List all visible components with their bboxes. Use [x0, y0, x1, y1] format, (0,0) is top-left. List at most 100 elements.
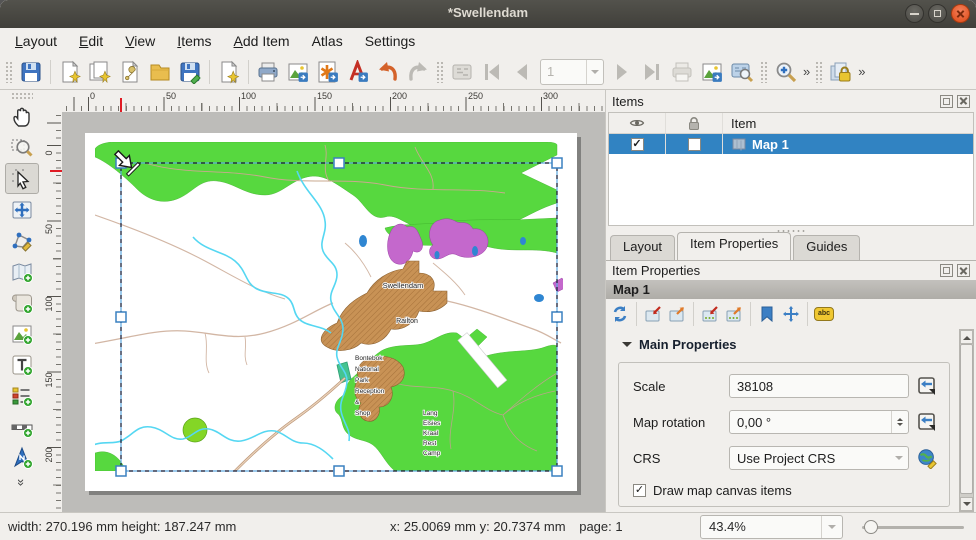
menu-layout[interactable]: Layout [4, 30, 68, 52]
selection-handle-sw[interactable] [116, 466, 126, 476]
combo-arrow-icon[interactable] [821, 516, 842, 538]
add-map-tool[interactable] [5, 256, 39, 287]
map-item[interactable]: Swellendam Railton Bontebok National Par… [85, 133, 577, 491]
redo-button[interactable] [403, 57, 433, 87]
toolbar-handle[interactable] [760, 61, 768, 83]
layout-canvas[interactable]: Swellendam Railton Bontebok National Par… [62, 112, 605, 512]
selection-handle-ne[interactable] [552, 158, 562, 168]
add-scalebar-tool[interactable] [5, 411, 39, 442]
zoom-to-scale-icon[interactable] [722, 302, 746, 326]
print-button[interactable] [253, 57, 283, 87]
tab-layout[interactable]: Layout [610, 235, 675, 260]
export-atlas-button[interactable] [697, 57, 727, 87]
move-item-content-tool[interactable] [5, 194, 39, 225]
select-move-item-tool[interactable] [5, 163, 39, 194]
zoom-slider[interactable] [856, 515, 968, 539]
titlebar[interactable]: *Swellendam [0, 0, 976, 29]
visibility-checkbox[interactable]: ✓ [631, 138, 644, 151]
main-properties-section-header[interactable]: Main Properties [606, 329, 976, 358]
view-extent-icon[interactable] [665, 302, 689, 326]
lock-items-button[interactable] [826, 57, 856, 87]
export-svg-button[interactable] [313, 57, 343, 87]
duplicate-layout-button[interactable] [85, 57, 115, 87]
open-button[interactable] [145, 57, 175, 87]
add-label-tool[interactable] [5, 349, 39, 380]
zoom-level-combo[interactable]: 43.4% [700, 515, 843, 539]
close-button[interactable] [951, 4, 970, 23]
tab-guides[interactable]: Guides [793, 235, 860, 260]
toolbar-handle[interactable] [5, 61, 13, 83]
new-layout-button[interactable] [55, 57, 85, 87]
export-image-button[interactable] [283, 57, 313, 87]
zoom-tool[interactable] [5, 132, 39, 163]
scroll-up-button[interactable] [960, 330, 973, 344]
undo-button[interactable] [373, 57, 403, 87]
spinner-arrows[interactable] [891, 411, 908, 433]
save-button[interactable] [16, 57, 46, 87]
menu-edit[interactable]: Edit [68, 30, 114, 52]
menu-add-item[interactable]: Add Item [223, 30, 301, 52]
toolbox-overflow[interactable]: » [14, 479, 29, 486]
crs-select-button[interactable] [915, 446, 939, 470]
float-panel-icon[interactable] [940, 95, 953, 108]
preview-atlas-button[interactable] [447, 57, 477, 87]
float-panel-icon[interactable] [940, 264, 953, 277]
add-picture-tool[interactable] [5, 318, 39, 349]
set-map-extent-icon[interactable] [641, 302, 665, 326]
draw-canvas-items-checkbox[interactable]: ✓ [633, 484, 646, 497]
layout-page[interactable]: Swellendam Railton Bontebok National Par… [85, 133, 577, 491]
previous-feature-button[interactable] [507, 57, 537, 87]
menu-items[interactable]: Items [166, 30, 222, 52]
refresh-icon[interactable] [608, 302, 632, 326]
toolbar-handle[interactable] [11, 92, 33, 100]
print-atlas-button[interactable] [667, 57, 697, 87]
rotation-data-defined-button[interactable] [915, 410, 939, 434]
menu-atlas[interactable]: Atlas [301, 30, 354, 52]
atlas-page-dropdown[interactable] [586, 60, 603, 84]
export-pdf-button[interactable] [343, 57, 373, 87]
toolbar-handle[interactable] [815, 61, 823, 83]
selection-handle-s[interactable] [334, 466, 344, 476]
pan-tool[interactable] [5, 101, 39, 132]
next-feature-button[interactable] [607, 57, 637, 87]
interactive-move-icon[interactable] [779, 302, 803, 326]
menu-view[interactable]: View [114, 30, 166, 52]
labeling-icon[interactable]: abc [812, 302, 836, 326]
toolbar-overflow[interactable]: » [856, 64, 867, 79]
panel-splitter[interactable] [606, 226, 976, 235]
set-scale-icon[interactable] [698, 302, 722, 326]
atlas-settings-button[interactable] [727, 57, 757, 87]
selection-handle-n[interactable] [334, 158, 344, 168]
minimize-button[interactable] [905, 4, 924, 23]
edit-nodes-tool[interactable] [5, 225, 39, 256]
selection-handle-e[interactable] [552, 312, 562, 322]
tab-item-properties[interactable]: Item Properties [677, 232, 791, 260]
add-3d-map-tool[interactable] [5, 287, 39, 318]
close-panel-icon[interactable] [957, 95, 970, 108]
close-panel-icon[interactable] [957, 264, 970, 277]
last-feature-button[interactable] [637, 57, 667, 87]
selection-handle-w[interactable] [116, 312, 126, 322]
toolbar-overflow[interactable]: » [801, 64, 812, 79]
items-row-map1[interactable]: ✓ Map 1 [609, 134, 973, 154]
menu-settings[interactable]: Settings [354, 30, 427, 52]
scale-data-defined-button[interactable] [915, 374, 939, 398]
lock-checkbox[interactable] [688, 138, 701, 151]
toolbar-handle[interactable] [436, 61, 444, 83]
scrollbar-thumb[interactable] [960, 344, 973, 494]
add-legend-tool[interactable] [5, 380, 39, 411]
slider-handle[interactable] [864, 520, 878, 534]
layout-manager-button[interactable] [115, 57, 145, 87]
selection-handle-se[interactable] [552, 466, 562, 476]
atlas-page-spinbox[interactable]: 1 [540, 59, 604, 85]
map-rotation-spinbox[interactable]: 0,00 ° [729, 410, 909, 434]
anchor-icon[interactable] [755, 302, 779, 326]
save-as-template-button[interactable] [175, 57, 205, 87]
maximize-button[interactable] [928, 4, 947, 23]
properties-scrollbar[interactable] [959, 329, 974, 512]
crs-combo[interactable]: Use Project CRS [729, 446, 909, 470]
scroll-down-button[interactable] [960, 497, 973, 511]
add-items-from-template-button[interactable] [214, 57, 244, 87]
scale-input[interactable]: 38108 [729, 374, 909, 398]
add-north-arrow-tool[interactable] [5, 442, 39, 473]
